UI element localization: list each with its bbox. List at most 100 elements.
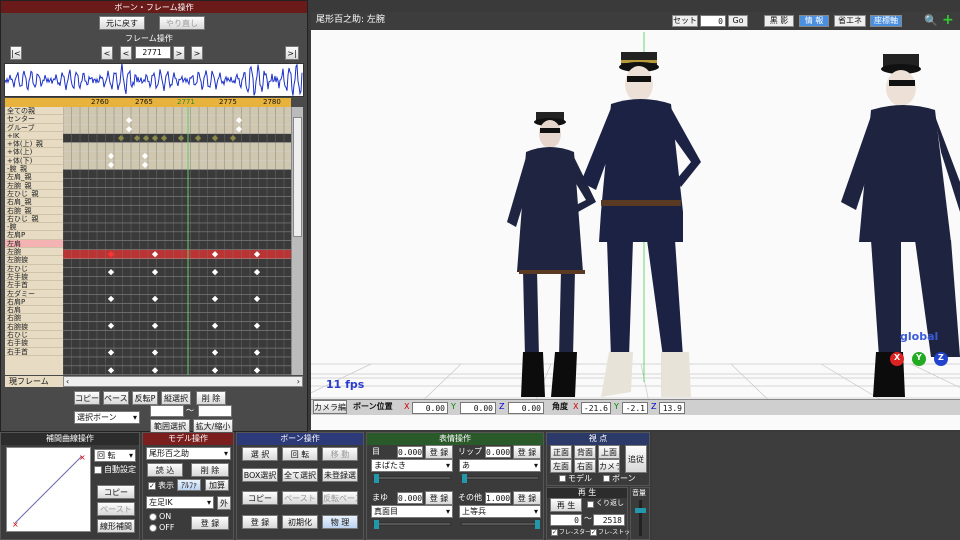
bone-rotate-button[interactable]: 回 転 xyxy=(282,447,318,461)
track-row[interactable]: -腕_親 xyxy=(5,165,63,174)
first-frame-button[interactable]: |< xyxy=(10,46,22,60)
eye-slider-knob[interactable] xyxy=(374,474,379,483)
angle-z-input[interactable]: 13.9 xyxy=(659,402,685,414)
next-frame-button[interactable]: > xyxy=(173,46,185,60)
pos-y-input[interactable]: 0.00 xyxy=(460,402,496,414)
repeat-checkbox[interactable] xyxy=(587,501,594,508)
add-icon[interactable]: + xyxy=(942,13,954,27)
lip-register-button[interactable]: 登 録 xyxy=(513,445,541,459)
bone-copy-button[interactable]: コピー xyxy=(242,491,278,505)
interpolation-curve-editor[interactable]: × × xyxy=(6,447,91,532)
interp-paste-button[interactable]: ペースト xyxy=(97,502,135,516)
back-view-button[interactable]: 背面 xyxy=(574,445,596,459)
viewport-frame-input[interactable]: 0 xyxy=(700,15,726,27)
track-row[interactable]: 左肩 xyxy=(5,239,63,249)
frame-stop-checkbox[interactable]: ✓ xyxy=(590,529,597,536)
lip-slider-knob[interactable] xyxy=(462,474,467,483)
angle-x-input[interactable]: -21.6 xyxy=(581,402,611,414)
model-select-dropdown[interactable]: 尾形百之助 xyxy=(146,447,231,460)
track-row[interactable]: 右腕 xyxy=(5,314,63,323)
angle-y-input[interactable]: -2.1 xyxy=(622,402,648,414)
outside-button[interactable]: 外 xyxy=(217,496,231,510)
bone-select-button[interactable]: 選 択 xyxy=(242,447,278,461)
select-bone-dropdown[interactable]: 選択ボーン xyxy=(74,411,140,424)
go-button[interactable]: Go xyxy=(728,15,748,27)
select-all-button[interactable]: 全て選択 xyxy=(282,468,318,482)
bone-radio[interactable] xyxy=(603,475,610,482)
range-select-button[interactable]: 範囲選択 xyxy=(150,419,190,433)
play-to-input[interactable]: 2518 xyxy=(593,514,625,526)
frame-number-input[interactable]: 2771 xyxy=(135,46,171,59)
bone-register-button[interactable]: 登 録 xyxy=(242,515,278,529)
bone-track-list[interactable]: 全ての親 センター グルーブ +IK +体(上)_親 +体(上) +体(下) -腕_親 左肩_親… xyxy=(5,107,63,375)
track-row[interactable]: 右手捩 xyxy=(5,339,63,348)
track-row[interactable]: 左手捩 xyxy=(5,273,63,282)
other-slider[interactable] xyxy=(461,520,540,529)
box-select-button[interactable]: BOX選択 xyxy=(242,468,278,482)
brow-slider[interactable] xyxy=(373,520,451,529)
audio-waveform[interactable] xyxy=(4,63,304,97)
prev-keyframe-button[interactable]: < xyxy=(101,46,113,60)
paste-button[interactable]: ペースト xyxy=(103,391,129,405)
frame-ruler[interactable]: 2760 2765 2771 2775 2780 xyxy=(63,98,291,107)
unregistered-select-button[interactable]: 未登録選 xyxy=(322,468,358,482)
other-value-input[interactable]: 1.000 xyxy=(485,492,511,504)
play-button[interactable]: 再 生 xyxy=(550,498,582,512)
track-row[interactable]: +体(上)_親 xyxy=(5,140,63,149)
add-light-button[interactable]: 加算 xyxy=(205,479,229,491)
track-row[interactable]: 右腕_親 xyxy=(5,207,63,215)
alpha-button[interactable]: ｱﾙﾌｧ xyxy=(177,479,201,491)
eye-morph-dropdown[interactable]: まばたき xyxy=(371,459,453,472)
track-row[interactable]: 全ての親 xyxy=(5,107,63,116)
track-row[interactable]: グルーブ xyxy=(5,124,63,132)
volume-slider[interactable] xyxy=(639,500,642,536)
off-radio[interactable] xyxy=(149,524,157,532)
other-slider-knob[interactable] xyxy=(535,520,540,529)
track-row[interactable]: 左ひじ_親 xyxy=(5,190,63,199)
volume-knob[interactable] xyxy=(635,508,646,513)
interp-copy-button[interactable]: コピー xyxy=(97,485,135,499)
other-register-button[interactable]: 登 録 xyxy=(513,491,541,505)
other-morph-dropdown[interactable]: 上等兵 xyxy=(459,505,541,518)
eye-value-input[interactable]: 0.000 xyxy=(397,446,423,458)
bone-paste-button[interactable]: ペースト xyxy=(282,491,318,505)
energy-save-button[interactable]: 省エネ xyxy=(834,15,866,27)
track-row[interactable]: -腕 xyxy=(5,223,63,232)
track-row[interactable]: 右ひじ xyxy=(5,331,63,340)
model-radio[interactable] xyxy=(559,475,566,482)
track-row[interactable]: +体(下) xyxy=(5,157,63,166)
copy-button[interactable]: コピー xyxy=(74,391,100,405)
zoom-icon[interactable]: 🔍 xyxy=(924,15,938,27)
track-row[interactable]: 右肩 xyxy=(5,306,63,315)
lip-morph-dropdown[interactable]: あ xyxy=(459,459,541,472)
next-keyframe-button[interactable]: > xyxy=(191,46,203,60)
delete-frame-button[interactable]: 削 除 xyxy=(196,391,226,405)
horizontal-scrollbar[interactable]: ‹ › xyxy=(63,376,303,387)
track-row[interactable]: 右手首 xyxy=(5,348,63,356)
brow-value-input[interactable]: 0.000 xyxy=(397,492,423,504)
track-row[interactable]: 右肩P xyxy=(5,298,63,307)
track-row[interactable]: 右肩_親 xyxy=(5,198,63,207)
brow-slider-knob[interactable] xyxy=(374,520,379,529)
follow-button[interactable]: 追従 xyxy=(625,445,647,473)
lip-slider[interactable] xyxy=(461,474,539,483)
scroll-left-icon[interactable]: ‹ xyxy=(66,377,69,386)
camera-view-button[interactable]: カメラ xyxy=(598,459,620,473)
reverse-paste-button[interactable]: 反転P xyxy=(132,391,158,405)
3d-viewport[interactable] xyxy=(311,12,960,430)
prev-frame-button[interactable]: < xyxy=(120,46,132,60)
shadow-button[interactable]: 黒 影 xyxy=(764,15,794,27)
track-row[interactable]: 左腕_親 xyxy=(5,182,63,190)
physics-button[interactable]: 物 理 xyxy=(322,515,358,529)
redo-button[interactable]: やり直し xyxy=(159,16,205,30)
track-row[interactable]: 左腕 xyxy=(5,248,63,257)
set-button[interactable]: セット xyxy=(672,15,698,27)
track-row[interactable]: 右腕捩 xyxy=(5,323,63,332)
track-scrollbar[interactable] xyxy=(291,107,303,375)
vertical-select-button[interactable]: 縦選択 xyxy=(161,391,191,405)
keyframe-grid[interactable] xyxy=(63,107,291,375)
display-checkbox[interactable]: ✓ xyxy=(148,482,156,490)
range-from-input[interactable] xyxy=(150,405,184,417)
expand-shrink-button[interactable]: 拡大/縮小 xyxy=(193,419,233,433)
bone-move-button[interactable]: 移 動 xyxy=(322,447,358,461)
